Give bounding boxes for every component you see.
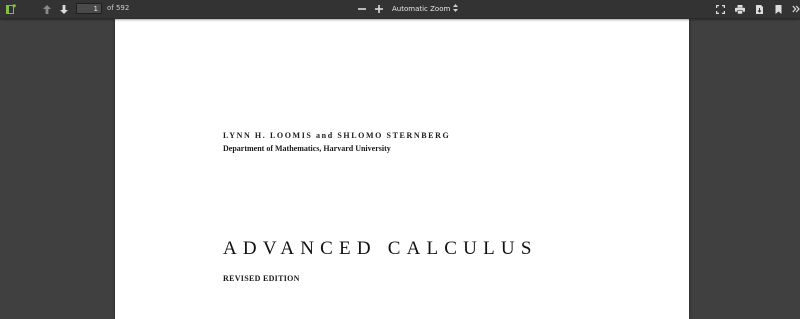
book-authors: LYNN H. LOOMIS and SHLOMO STERNBERG bbox=[223, 131, 451, 140]
toolbar: of 592 Automatic Zoom bbox=[0, 0, 800, 19]
zoom-select-label: Automatic Zoom bbox=[392, 5, 451, 13]
minus-icon[interactable] bbox=[356, 2, 368, 16]
pdf-page: LYNN H. LOOMIS and SHLOMO STERNBERG Depa… bbox=[115, 19, 689, 319]
author-affiliation: Department of Mathematics, Harvard Unive… bbox=[223, 144, 391, 153]
arrow-up-icon[interactable] bbox=[41, 2, 53, 16]
page-number-input[interactable] bbox=[76, 3, 102, 14]
document-viewer[interactable]: LYNN H. LOOMIS and SHLOMO STERNBERG Depa… bbox=[0, 19, 800, 319]
page-count-label: of 592 bbox=[107, 4, 130, 12]
book-title: ADVANCED CALCULUS bbox=[223, 238, 538, 259]
edition-label: REVISED EDITION bbox=[223, 274, 300, 283]
zoom-select[interactable]: Automatic Zoom bbox=[389, 3, 461, 15]
print-icon[interactable] bbox=[734, 2, 746, 16]
fullscreen-icon[interactable] bbox=[714, 2, 726, 16]
bookmark-icon[interactable] bbox=[772, 2, 784, 16]
chevron-double-right-icon[interactable] bbox=[791, 2, 800, 16]
plus-icon[interactable] bbox=[373, 2, 385, 16]
arrow-down-icon[interactable] bbox=[58, 2, 70, 16]
sidebar-toggle-icon[interactable] bbox=[5, 2, 17, 16]
chevron-updown-icon bbox=[453, 4, 458, 14]
download-icon[interactable] bbox=[753, 2, 765, 16]
